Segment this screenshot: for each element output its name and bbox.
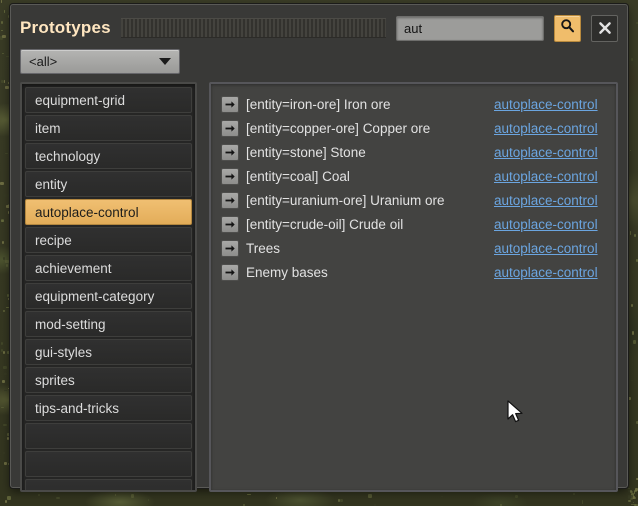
sidebar-item-label: equipment-category <box>35 289 155 304</box>
category-sidebar[interactable]: equipment-grid item technology entity autopl… <box>20 82 197 492</box>
prototype-name: [entity=coal] Coal <box>246 168 350 184</box>
prototype-type-link[interactable]: autoplace-control <box>494 169 606 184</box>
sidebar-item-label: sprites <box>35 373 75 388</box>
sidebar-item-sprites[interactable]: sprites <box>25 367 192 393</box>
chevron-down-icon <box>159 58 171 65</box>
sidebar-item-empty <box>25 423 192 449</box>
page-title: Prototypes <box>20 18 111 37</box>
sidebar-item-label: entity <box>35 177 68 192</box>
arrow-right-icon[interactable] <box>221 167 239 185</box>
table-row[interactable]: [entity=iron-ore] Iron ore autoplace-cont… <box>221 92 606 116</box>
sidebar-item-empty <box>25 479 192 490</box>
prototype-type-link[interactable]: autoplace-control <box>494 97 606 112</box>
arrow-right-icon[interactable] <box>221 119 239 137</box>
sidebar-item-tips-and-tricks[interactable]: tips-and-tricks <box>25 395 192 421</box>
search-icon <box>560 18 575 38</box>
prototype-name: [entity=uranium-ore] Uranium ore <box>246 192 445 208</box>
arrow-right-icon[interactable] <box>221 191 239 209</box>
sidebar-item-item[interactable]: item <box>25 115 192 141</box>
sidebar-item-label: autoplace-control <box>35 205 139 220</box>
sidebar-item-achievement[interactable]: achievement <box>25 255 192 281</box>
type-filter-value: <all> <box>29 54 58 69</box>
prototype-name: [entity=stone] Stone <box>246 144 366 160</box>
sidebar-item-label: technology <box>35 149 101 164</box>
results-panel[interactable]: [entity=iron-ore] Iron ore autoplace-cont… <box>209 82 618 492</box>
table-row[interactable]: Enemy bases autoplace-control <box>221 260 606 284</box>
sidebar-item-equipment-grid[interactable]: equipment-grid <box>25 87 192 113</box>
table-row[interactable]: [entity=crude-oil] Crude oil autoplace-co… <box>221 212 606 236</box>
prototype-type-link[interactable]: autoplace-control <box>494 265 606 280</box>
table-row[interactable]: [entity=copper-ore] Copper ore autoplace-… <box>221 116 606 140</box>
prototype-name: [entity=crude-oil] Crude oil <box>246 216 404 232</box>
sidebar-item-gui-styles[interactable]: gui-styles <box>25 339 192 365</box>
arrow-right-icon[interactable] <box>221 263 239 281</box>
prototype-name: Trees <box>246 240 281 256</box>
prototype-type-link[interactable]: autoplace-control <box>494 193 606 208</box>
sidebar-item-label: achievement <box>35 261 112 276</box>
sidebar-item-label: tips-and-tricks <box>35 401 120 416</box>
window-body: equipment-grid item technology entity autopl… <box>20 82 618 492</box>
sidebar-item-technology[interactable]: technology <box>25 143 192 169</box>
table-row[interactable]: [entity=coal] Coal autoplace-control <box>221 164 606 188</box>
sidebar-item-label: recipe <box>35 233 72 248</box>
table-row[interactable]: [entity=stone] Stone autoplace-control <box>221 140 606 164</box>
drag-handle[interactable] <box>120 18 386 38</box>
sidebar-item-label: equipment-grid <box>35 93 126 108</box>
sidebar-item-recipe[interactable]: recipe <box>25 227 192 253</box>
close-button[interactable] <box>591 14 618 42</box>
table-row[interactable]: [entity=uranium-ore] Uranium ore autoplac… <box>221 188 606 212</box>
prototype-type-link[interactable]: autoplace-control <box>494 145 606 160</box>
arrow-right-icon[interactable] <box>221 95 239 113</box>
prototype-name: [entity=iron-ore] Iron ore <box>246 96 391 112</box>
prototypes-window: Prototypes aut <all> equipment-grid item… <box>10 4 628 492</box>
sidebar-item-empty <box>25 451 192 477</box>
window-titlebar: Prototypes aut <box>20 13 618 43</box>
sidebar-item-entity[interactable]: entity <box>25 171 192 197</box>
sidebar-item-label: item <box>35 121 61 136</box>
close-icon <box>598 21 612 35</box>
sidebar-item-mod-setting[interactable]: mod-setting <box>25 311 192 337</box>
sidebar-item-label: gui-styles <box>35 345 93 360</box>
table-row[interactable]: Trees autoplace-control <box>221 236 606 260</box>
search-input[interactable]: aut <box>396 15 544 41</box>
prototype-type-link[interactable]: autoplace-control <box>494 241 606 256</box>
prototype-name: Enemy bases <box>246 264 328 280</box>
prototype-type-link[interactable]: autoplace-control <box>494 121 606 136</box>
sidebar-item-autoplace-control[interactable]: autoplace-control <box>25 199 192 225</box>
arrow-right-icon[interactable] <box>221 215 239 233</box>
type-filter-dropdown[interactable]: <all> <box>20 49 180 74</box>
arrow-right-icon[interactable] <box>221 143 239 161</box>
prototype-type-link[interactable]: autoplace-control <box>494 217 606 232</box>
arrow-right-icon[interactable] <box>221 239 239 257</box>
sidebar-item-label: mod-setting <box>35 317 106 332</box>
search-button[interactable] <box>554 14 581 42</box>
sidebar-item-equipment-category[interactable]: equipment-category <box>25 283 192 309</box>
prototype-name: [entity=copper-ore] Copper ore <box>246 120 431 136</box>
